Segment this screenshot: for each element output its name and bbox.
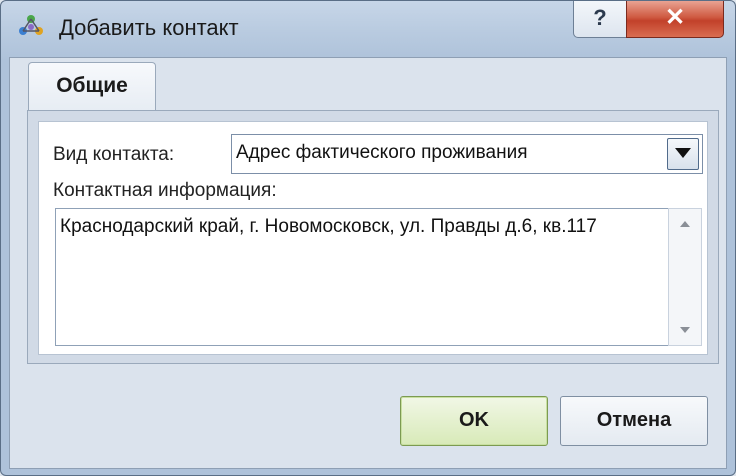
ok-button[interactable]: OK (400, 396, 548, 446)
contact-info-label: Контактная информация: (53, 180, 277, 201)
tab-general[interactable]: Общие (28, 62, 156, 113)
cancel-button[interactable]: Отмена (560, 396, 708, 446)
chevron-down-icon (675, 148, 691, 158)
help-button[interactable]: ? (573, 1, 627, 38)
contact-info-textarea[interactable]: Краснодарский край, г. Новомосковск, ул.… (55, 208, 669, 346)
scroll-up-icon[interactable] (669, 215, 701, 233)
vertical-scrollbar[interactable] (668, 208, 702, 346)
contact-type-value: Адрес фактического проживания (236, 142, 528, 163)
window-title: Добавить контакт (59, 15, 239, 40)
contacts-app-icon (17, 13, 45, 41)
close-button[interactable]: ✕ (626, 1, 724, 38)
dialog-body: Общие Вид контакта: Адрес фактического п… (9, 57, 727, 469)
title-bar[interactable]: Добавить контакт ? ✕ (1, 1, 735, 57)
form-area: Вид контакта: Адрес фактического прожива… (38, 121, 708, 355)
contact-type-label: Вид контакта: (53, 144, 175, 165)
contact-type-select[interactable]: Адрес фактического проживания (231, 134, 703, 174)
tab-panel: Вид контакта: Адрес фактического прожива… (27, 110, 719, 364)
scroll-down-icon[interactable] (669, 321, 701, 339)
dropdown-button[interactable] (667, 138, 699, 170)
dialog-window: Добавить контакт ? ✕ Общие Вид контакта:… (0, 0, 736, 476)
contact-info-text: Краснодарский край, г. Новомосковск, ул.… (60, 216, 597, 237)
